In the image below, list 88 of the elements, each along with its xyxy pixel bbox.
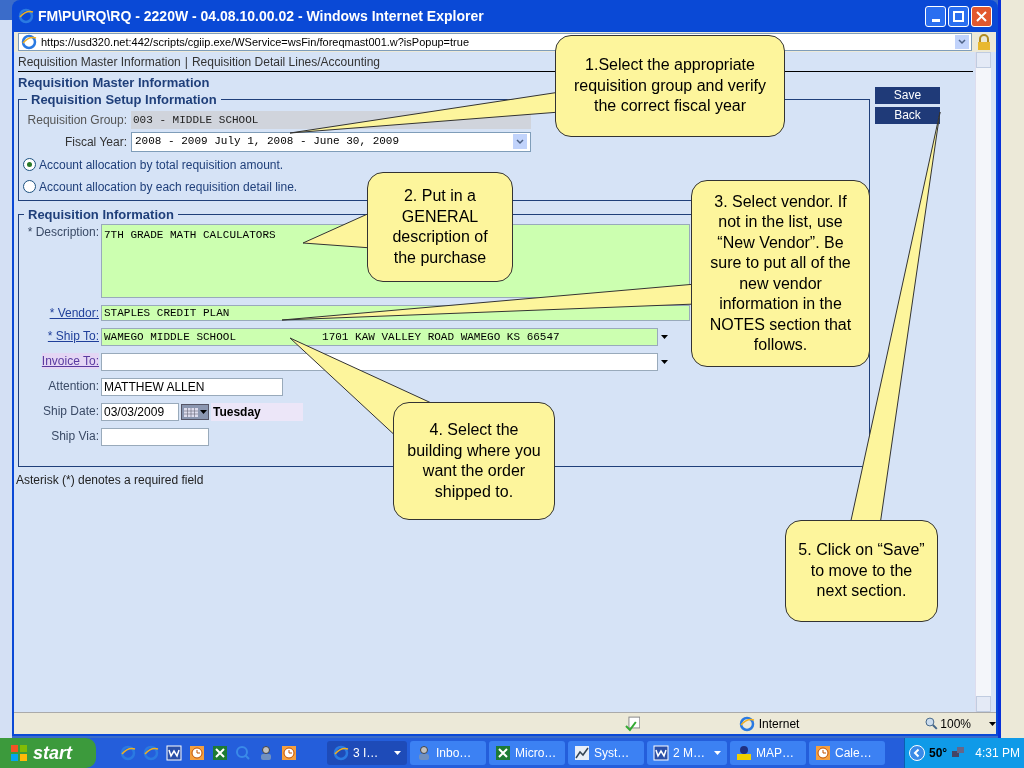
spreadsheet-icon (212, 745, 228, 761)
caret-icon (661, 360, 668, 364)
calendar-grid-icon (183, 407, 198, 417)
tab-separator: | (184, 53, 188, 71)
globe-icon (120, 745, 136, 761)
caret-icon (989, 721, 996, 726)
field-label: Ship Via: (51, 428, 99, 444)
dropdown-field[interactable]: WAMEGO MIDDLE SCHOOL 1701 KAW VALLEY ROAD WAMEGO KS 66547 (101, 328, 658, 346)
page-heading: Requisition Master Information (18, 75, 210, 91)
clock-icon (815, 745, 831, 761)
section-title: Requisition Information (27, 205, 175, 224)
globe-icon (18, 8, 34, 24)
clock-icon (189, 745, 205, 761)
callout-tooltip: 1.Select the appropriate requisition group and verify the correct fiscal year (555, 35, 785, 137)
person-icon (258, 745, 274, 761)
weekday-text: Tuesday (211, 403, 303, 421)
network-icon (951, 746, 966, 760)
radio-button[interactable] (23, 180, 36, 193)
person-icon (416, 745, 432, 761)
security-zone: Internet (758, 715, 800, 733)
taskbar-button[interactable]: Micro… (489, 741, 565, 765)
taskbar-button[interactable]: 3 I… (327, 741, 407, 765)
window-title: FM\PU\RQ\RQ - 2220W - 04.08.10.00.02 - Windows Internet Explorer (38, 6, 484, 26)
document-icon (653, 745, 669, 761)
chevron-down-icon[interactable] (955, 35, 969, 49)
callout-tooltip: 2. Put in a GENERAL description of the purchase (367, 172, 513, 282)
caret-icon (714, 751, 721, 755)
fiscal-year-dropdown[interactable]: 2008 - 2009 July 1, 2008 - June 30, 2009 (131, 131, 531, 152)
caret-icon (394, 751, 401, 755)
maximize-button[interactable] (948, 5, 969, 27)
taskbar-button[interactable]: Syst… (568, 741, 644, 765)
close-icon (976, 10, 987, 22)
globe-icon (333, 745, 349, 761)
field-link[interactable]: Invoice To: (41, 353, 99, 369)
text-field[interactable] (101, 428, 209, 446)
back-button[interactable]: Back (875, 107, 940, 124)
field-label: Attention: (48, 378, 99, 394)
callout-tooltip: 5. Click on “Save” to move to the next section. (785, 520, 938, 622)
date-field[interactable]: 03/03/2009 (101, 403, 179, 421)
field-label: Requisition Group: (26, 111, 128, 129)
caret-icon (199, 410, 207, 414)
save-button[interactable]: Save (875, 87, 940, 104)
field-label: * Description: (27, 224, 99, 240)
spreadsheet-icon (495, 745, 511, 761)
taskbar-button[interactable]: MAP… (730, 741, 806, 765)
calendar-button[interactable] (181, 404, 209, 420)
radio-button[interactable] (23, 158, 36, 171)
footnote: Asterisk (*) denotes a required field (16, 472, 204, 489)
start-button[interactable]: start (0, 738, 96, 768)
clock-icon (281, 745, 297, 761)
field-label: Fiscal Year: (63, 133, 128, 151)
globe-icon (738, 715, 755, 732)
chevron-down-icon (513, 134, 527, 149)
dropdown-field[interactable] (101, 353, 658, 371)
field-label: Ship Date: (42, 403, 99, 419)
minimize-button[interactable] (925, 5, 946, 27)
radio-label: Account allocation by each requisition detail line. (39, 178, 298, 196)
field-link[interactable]: * Ship To: (47, 328, 99, 344)
caret-icon (661, 335, 668, 339)
zoom-level[interactable]: 100% (940, 714, 971, 733)
minimize-icon (931, 18, 940, 22)
taskbar-button[interactable]: Inbo… (410, 741, 486, 765)
radio-label: Account allocation by total requisition amount. (39, 156, 284, 174)
taskbar-button[interactable]: Cale… (809, 741, 885, 765)
callout-tooltip: 3. Select vendor. If not in the list, use “New Vendor”. Be sure to put all of the new vendor information in the NOTES section that follows. (691, 180, 870, 367)
money-icon (736, 745, 752, 761)
callout-tooltip: 4. Select the building where you want the order shipped to. (393, 402, 555, 520)
url-text: https://usd320.net:442/scripts/cgiip.exe/WService=wsFin/foreqmast001.w?isPopup=true (41, 34, 469, 50)
field-link[interactable]: * Vendor: (49, 305, 99, 321)
chevron-left-icon[interactable] (909, 745, 925, 761)
text-field[interactable]: MATTHEW ALLEN (101, 378, 283, 396)
checkmark-icon (624, 715, 641, 732)
globe-icon (21, 34, 37, 50)
page-tab[interactable]: Requisition Detail Lines/Accounting (191, 52, 380, 71)
clock-text: 4:31 PM (975, 745, 1020, 762)
temperature-text: 50° (929, 745, 948, 762)
windows-logo-icon (10, 744, 28, 762)
scrollbar[interactable] (975, 52, 991, 712)
maximize-icon (953, 10, 964, 22)
document-icon (166, 745, 182, 761)
section-title: Requisition Setup Information (30, 91, 218, 109)
zoom-icon (925, 717, 939, 730)
page-tab[interactable]: Requisition Master Information (18, 52, 181, 71)
padlock-icon (976, 34, 992, 50)
chart-icon (574, 745, 590, 761)
globe-icon (143, 745, 159, 761)
taskbar-button[interactable]: 2 M… (647, 741, 727, 765)
close-button[interactable] (971, 5, 992, 27)
